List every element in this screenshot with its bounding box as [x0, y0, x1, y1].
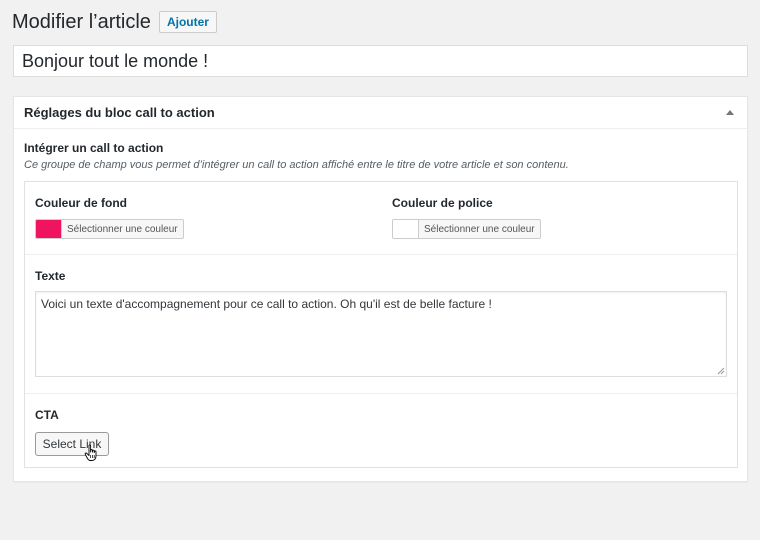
color-fields-row: Couleur de fond Sélectionner une couleur…: [25, 182, 737, 255]
fields-container: Couleur de fond Sélectionner une couleur…: [24, 181, 738, 468]
font-color-button-label[interactable]: Sélectionner une couleur: [419, 220, 540, 238]
post-title-input[interactable]: Bonjour tout le monde !: [13, 45, 748, 77]
background-color-picker[interactable]: Sélectionner une couleur: [35, 219, 184, 239]
font-color-picker[interactable]: Sélectionner une couleur: [392, 219, 541, 239]
font-color-label: Couleur de police: [392, 196, 493, 210]
text-value: Voici un texte d'accompagnement pour ce …: [41, 297, 492, 311]
add-new-button[interactable]: Ajouter: [158, 11, 217, 33]
text-textarea[interactable]: Voici un texte d'accompagnement pour ce …: [35, 291, 727, 377]
cta-settings-metabox: Réglages du bloc call to action Intégrer…: [13, 96, 748, 482]
metabox-title: Réglages du bloc call to action: [24, 105, 215, 120]
resize-handle-icon[interactable]: [717, 367, 725, 375]
font-color-field: Couleur de police Sélectionner une coule…: [382, 182, 738, 254]
metabox-header[interactable]: Réglages du bloc call to action: [14, 97, 747, 129]
cta-field-row: CTA Select Link: [25, 394, 737, 468]
group-label: Intégrer un call to action: [24, 141, 164, 155]
background-color-label: Couleur de fond: [35, 196, 127, 210]
arrow-up-icon[interactable]: [723, 106, 737, 120]
text-label: Texte: [35, 269, 66, 283]
page-title: Modifier l’article: [12, 10, 151, 33]
text-field-row: Texte Voici un texte d'accompagnement po…: [25, 255, 737, 394]
page-header: Modifier l’article Ajouter: [12, 9, 217, 35]
cta-label: CTA: [35, 408, 59, 422]
background-color-button-label[interactable]: Sélectionner une couleur: [62, 220, 183, 238]
background-color-field: Couleur de fond Sélectionner une couleur: [25, 182, 382, 254]
group-description: Ce groupe de champ vous permet d’intégre…: [24, 159, 569, 171]
font-color-swatch[interactable]: [393, 220, 419, 238]
background-color-swatch[interactable]: [36, 220, 62, 238]
hand-pointer-icon: [84, 444, 97, 461]
